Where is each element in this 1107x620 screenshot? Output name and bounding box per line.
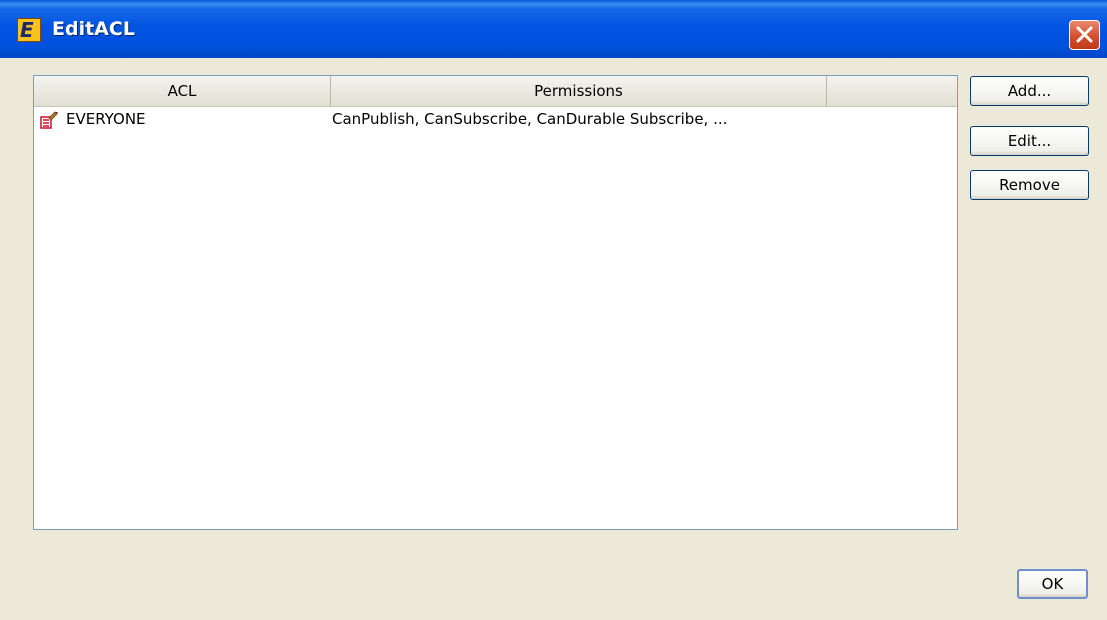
table-header: ACL Permissions: [34, 76, 957, 107]
app-logo-icon: E: [17, 18, 41, 42]
acl-table[interactable]: ACL Permissions EVERYONE CanPublish, Can…: [33, 75, 958, 530]
ok-button[interactable]: OK: [1017, 569, 1088, 599]
window-title: EditACL: [52, 18, 135, 40]
close-icon: [1076, 26, 1093, 43]
permissions-cell: CanPublish, CanSubscribe, CanDurable Sub…: [332, 110, 728, 128]
close-button[interactable]: [1069, 20, 1100, 50]
add-button[interactable]: Add...: [970, 76, 1089, 106]
edit-button[interactable]: Edit...: [970, 126, 1089, 156]
table-row[interactable]: EVERYONE CanPublish, CanSubscribe, CanDu…: [34, 107, 957, 131]
edit-acl-dialog: E EditACL ACL Permissions EVERYONE CanPu…: [0, 0, 1107, 620]
title-bar[interactable]: E EditACL: [0, 0, 1107, 58]
column-header-empty[interactable]: [827, 76, 957, 106]
column-header-permissions[interactable]: Permissions: [331, 76, 827, 106]
acl-name-cell: EVERYONE: [66, 110, 146, 128]
remove-button[interactable]: Remove: [970, 170, 1089, 200]
acl-entry-icon: [40, 111, 58, 129]
column-header-acl[interactable]: ACL: [34, 76, 331, 106]
